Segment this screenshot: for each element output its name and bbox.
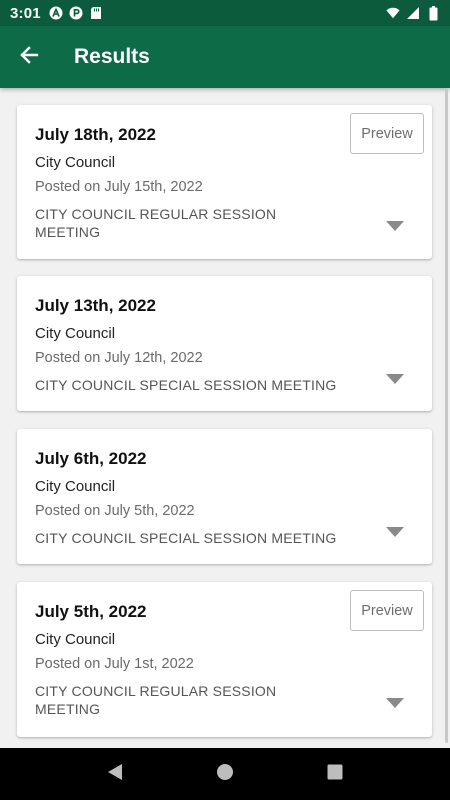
- result-posted-date: Posted on July 12th, 2022: [35, 350, 203, 366]
- scrollbar[interactable]: [445, 88, 448, 743]
- system-nav-bar: [0, 748, 450, 800]
- caret-down-icon: [386, 371, 404, 389]
- result-card[interactable]: July 18th, 2022 City Council Posted on J…: [17, 105, 432, 259]
- notification-icons: [49, 6, 103, 20]
- app-p-icon: [69, 6, 83, 20]
- result-meeting-title: CITY COUNCIL REGULAR SESSION MEETING: [35, 683, 277, 717]
- result-meeting-title: CITY COUNCIL SPECIAL SESSION MEETING: [35, 377, 337, 393]
- result-meeting-title: CITY COUNCIL REGULAR SESSION MEETING: [35, 206, 277, 240]
- result-posted-date: Posted on July 15th, 2022: [35, 179, 203, 195]
- system-icons: [386, 5, 440, 20]
- result-org: City Council: [35, 631, 116, 648]
- arrow-left-icon: [19, 45, 39, 70]
- nav-back-button[interactable]: [95, 754, 135, 794]
- results-list[interactable]: July 18th, 2022 City Council Posted on J…: [0, 88, 450, 748]
- result-date: July 18th, 2022: [35, 125, 156, 144]
- battery-icon: [426, 5, 440, 20]
- caret-down-icon: [386, 524, 404, 542]
- result-date: July 6th, 2022: [35, 449, 147, 468]
- expand-button[interactable]: [384, 696, 406, 712]
- signal-icon: [406, 6, 420, 20]
- result-card[interactable]: July 6th, 2022 City Council Posted on Ju…: [17, 429, 432, 564]
- back-triangle-icon: [107, 763, 123, 786]
- result-date: July 5th, 2022: [35, 602, 147, 621]
- preview-button[interactable]: Preview: [350, 113, 424, 154]
- expand-button[interactable]: [384, 372, 406, 388]
- result-card[interactable]: July 13th, 2022 City Council Posted on J…: [17, 276, 432, 411]
- wifi-icon: [386, 6, 400, 20]
- page-title: Results: [74, 45, 150, 68]
- app-bar: Results: [0, 26, 450, 88]
- caret-down-icon: [386, 218, 404, 236]
- expand-button[interactable]: [384, 219, 406, 235]
- status-time: 3:01: [10, 4, 41, 22]
- sd-card-icon: [89, 6, 103, 20]
- home-circle-icon: [216, 763, 234, 786]
- caret-down-icon: [386, 695, 404, 713]
- expand-button[interactable]: [384, 525, 406, 541]
- recents-square-icon: [327, 764, 343, 785]
- nav-home-button[interactable]: [205, 754, 245, 794]
- result-org: City Council: [35, 478, 116, 495]
- app-a-icon: [49, 6, 63, 20]
- result-card[interactable]: July 5th, 2022 City Council Posted on Ju…: [17, 582, 432, 737]
- back-button[interactable]: [0, 26, 58, 88]
- result-posted-date: Posted on July 5th, 2022: [35, 503, 195, 519]
- status-bar: 3:01: [0, 0, 450, 26]
- nav-recents-button[interactable]: [315, 754, 355, 794]
- result-org: City Council: [35, 154, 116, 171]
- result-org: City Council: [35, 325, 116, 342]
- result-meeting-title: CITY COUNCIL SPECIAL SESSION MEETING: [35, 530, 337, 546]
- result-posted-date: Posted on July 1st, 2022: [35, 656, 194, 672]
- preview-button[interactable]: Preview: [350, 590, 424, 631]
- result-date: July 13th, 2022: [35, 296, 156, 315]
